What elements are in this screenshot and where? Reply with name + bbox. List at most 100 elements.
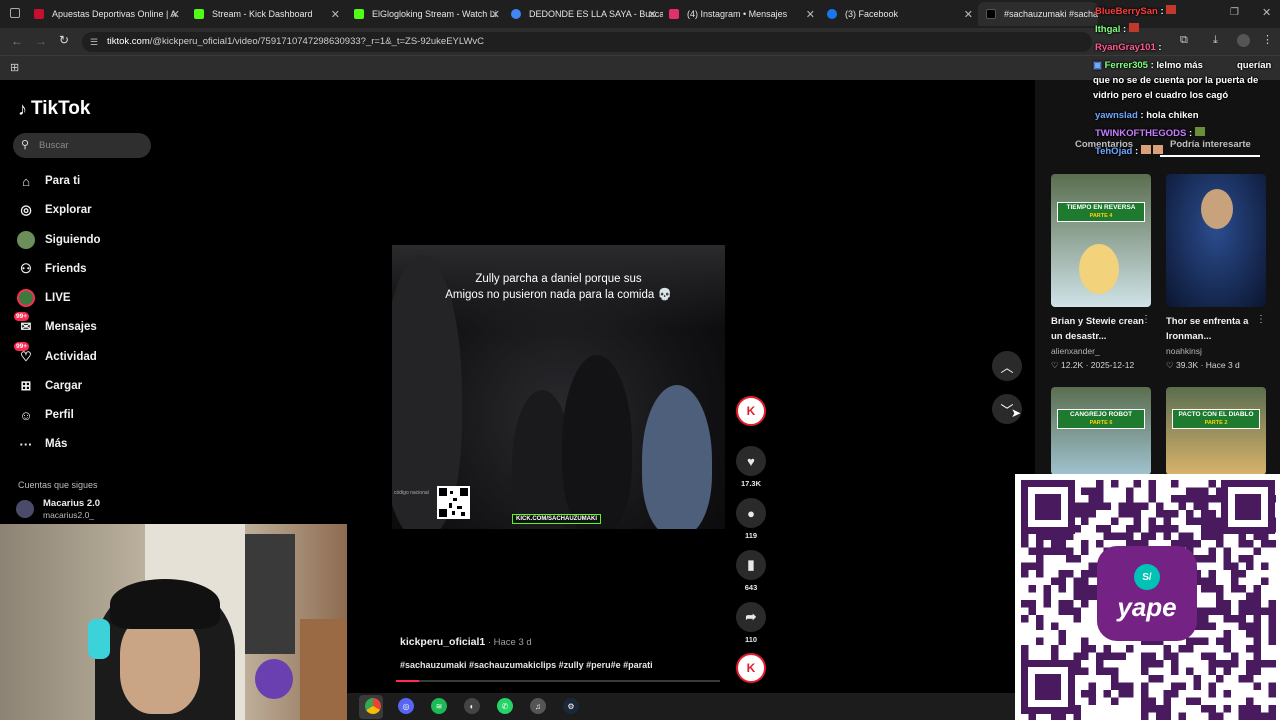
downloads-icon[interactable]: ⤓ <box>1213 34 1218 47</box>
qr-module <box>1088 585 1096 593</box>
qr-module <box>1223 615 1231 623</box>
qr-module <box>1036 547 1044 555</box>
browser-tab[interactable]: (3) Facebook ✕ <box>819 2 979 26</box>
recommended-video-title[interactable]: Brian y Stewie crean un desastr... <box>1051 314 1147 344</box>
browser-tab[interactable]: ElGlogloking Stream - Watch Li ✕ <box>346 2 506 26</box>
tiktok-logo[interactable]: ♪ TikTok <box>18 98 90 120</box>
extensions-icon[interactable]: ⧉ <box>1180 34 1188 47</box>
qr-module <box>1148 525 1156 533</box>
qr-module <box>1201 532 1209 540</box>
qr-module <box>1171 525 1179 533</box>
close-icon[interactable]: ✕ <box>171 8 180 21</box>
close-icon[interactable]: ✕ <box>806 8 815 21</box>
browser-tab[interactable]: Apuestas Deportivas Online | A ✕ <box>26 2 186 26</box>
qr-module <box>1096 652 1104 660</box>
recommended-video-title[interactable]: Thor se enfrenta a Ironman... <box>1166 314 1262 344</box>
chat-text: querían que no se de cuenta por la puert… <box>1093 60 1272 101</box>
maximize-icon[interactable]: ❐ <box>1230 7 1239 18</box>
like-button[interactable]: ♥ 17.3K <box>736 446 766 488</box>
apps-icon[interactable]: ⊞ <box>10 61 19 74</box>
profile-avatar[interactable] <box>1237 34 1250 47</box>
qr-module <box>1051 652 1059 660</box>
browser-tab[interactable]: (4) Instagram • Mensajes ✕ <box>661 2 821 26</box>
sidebar-item-live[interactable]: LIVE <box>16 287 71 309</box>
search-input[interactable]: ⚲ Buscar <box>13 133 151 158</box>
more-options-icon[interactable]: ⋮ <box>1256 314 1266 325</box>
qr-module <box>1156 502 1164 510</box>
whatsapp-icon[interactable]: ✆ <box>497 698 513 714</box>
caption-line: Zully parcha a daniel porque sus <box>475 273 642 285</box>
qr-module <box>1246 600 1254 608</box>
sidebar-item-actividad[interactable]: ♡ 99+ Actividad <box>14 342 97 368</box>
author-name[interactable]: kickperu_oficial1 <box>400 636 485 648</box>
recommended-video-author[interactable]: noahkinsj <box>1166 346 1202 356</box>
close-icon[interactable]: ✕ <box>964 8 973 21</box>
steam-icon[interactable]: ⚙ <box>563 698 579 714</box>
tab-search-icon[interactable] <box>10 8 20 18</box>
qr-module <box>1066 570 1074 578</box>
qr-module <box>1208 622 1216 630</box>
sidebar-item-siguiendo[interactable]: Siguiendo <box>16 229 101 251</box>
browser-tab-active[interactable]: #sachauzumaki #sachauzu <box>978 2 1098 26</box>
spotify-icon[interactable]: ≋ <box>431 698 447 714</box>
site-info-icon[interactable]: ☰ <box>90 32 98 52</box>
sidebar-item-perfil[interactable]: ☺ Perfil <box>16 404 73 426</box>
sidebar-item-explorar[interactable]: ◎ Explorar <box>16 199 91 221</box>
creator-avatar[interactable]: K <box>736 396 766 426</box>
recommended-video-thumb[interactable] <box>1166 174 1266 307</box>
video-author[interactable]: kickperu_oficial1 · Hace 3 d <box>400 636 532 648</box>
url-input[interactable]: ☰ tiktok.com/@kickperu_oficial1/video/75… <box>82 32 1092 52</box>
cartoon-figure <box>1079 244 1119 294</box>
qr-module <box>1096 495 1104 503</box>
qr-module <box>1148 652 1156 660</box>
forward-icon[interactable]: → <box>35 34 47 48</box>
more-options-icon[interactable]: ⋮ <box>1141 314 1151 325</box>
close-icon[interactable]: ✕ <box>491 8 500 21</box>
qr-module <box>1021 562 1029 570</box>
save-button[interactable]: ▮ 643 <box>736 550 766 592</box>
reload-icon[interactable]: ↻ <box>59 33 69 47</box>
comment-button[interactable]: ● 119 <box>736 498 766 540</box>
menu-icon[interactable]: ⋮ <box>1262 33 1273 46</box>
qr-module <box>1081 510 1089 518</box>
sidebar-item-mas[interactable]: ··· Más <box>16 433 68 455</box>
video-hashtags[interactable]: #sachauzumaki #sachauzumakiclips #zully … <box>400 660 653 670</box>
video-player[interactable]: Zully parcha a daniel porque sus Amigos n… <box>392 245 725 529</box>
music-icon[interactable]: ♫ <box>530 698 546 714</box>
close-icon[interactable]: ✕ <box>331 8 340 21</box>
qr-module <box>1156 525 1164 533</box>
obs-icon[interactable]: ◐ <box>464 698 480 714</box>
recommended-video-thumb[interactable]: PACTO CON EL DIABLO PARTE 2 <box>1166 387 1266 475</box>
qr-module <box>1268 705 1276 713</box>
qr-module <box>1238 585 1246 593</box>
sidebar-item-friends[interactable]: ⚇ Friends <box>16 258 86 280</box>
qr-module <box>1186 667 1194 675</box>
following-avatar[interactable] <box>16 500 34 518</box>
sidebar-item-cargar[interactable]: ⊞ Cargar <box>16 375 83 397</box>
browser-tab[interactable]: Stream - Kick Dashboard ✕ <box>186 2 346 26</box>
qr-module <box>1111 675 1119 683</box>
close-icon[interactable]: ✕ <box>648 8 657 21</box>
qr-module <box>1246 622 1254 630</box>
chrome-icon[interactable] <box>365 698 381 714</box>
share-button[interactable]: ➦ 110 <box>736 602 766 644</box>
window-close-icon[interactable]: ✕ <box>1262 6 1271 19</box>
recommended-video-thumb[interactable]: CANGREJO ROBOT PARTE 6 <box>1051 387 1151 475</box>
sound-disc[interactable]: K <box>736 653 766 683</box>
video-progress-bar[interactable] <box>396 680 720 682</box>
recommended-video-thumb[interactable]: TIEMPO EN REVERSA PARTE 4 <box>1051 174 1151 307</box>
following-name[interactable]: Macarius 2.0 <box>43 498 100 509</box>
sidebar-item-mensajes[interactable]: ✉ 99+ Mensajes <box>14 312 97 338</box>
sidebar-item-para-ti[interactable]: ⌂ Para ti <box>16 170 80 192</box>
chat-message: BlueBerrySan : <box>1095 4 1177 19</box>
back-icon[interactable]: ← <box>11 34 23 48</box>
qr-module <box>1141 652 1149 660</box>
browser-tab[interactable]: DEDONDE ES LLA SAYA - Busca ✕ <box>503 2 663 26</box>
previous-video-button[interactable]: ︿ <box>992 351 1022 381</box>
recommended-video-author[interactable]: alienxander_ <box>1051 346 1100 356</box>
qr-module <box>1088 562 1096 570</box>
discord-icon[interactable]: ◎ <box>398 698 414 714</box>
thumb-part: PARTE 4 <box>1089 213 1113 219</box>
qr-module <box>1058 547 1066 555</box>
emote-icon <box>1166 5 1177 14</box>
